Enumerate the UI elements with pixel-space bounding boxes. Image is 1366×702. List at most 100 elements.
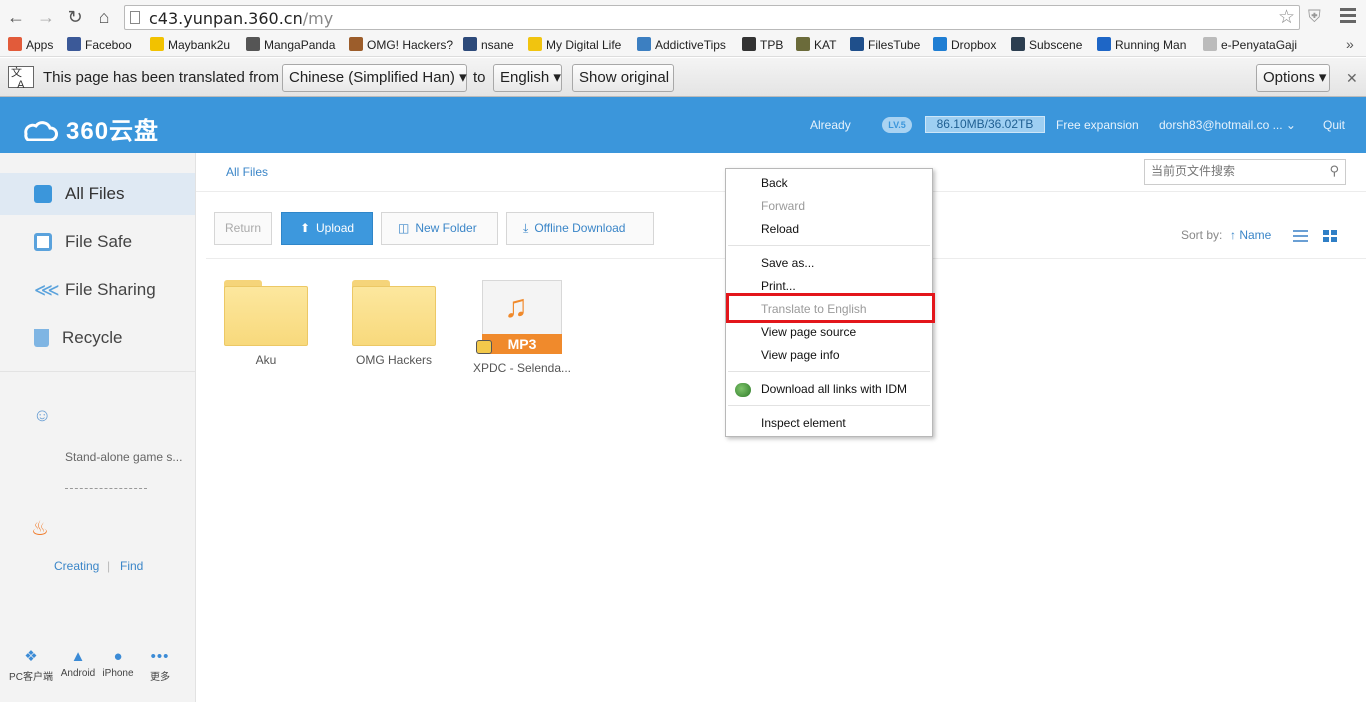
folder-icon <box>224 278 308 346</box>
browser-toolbar: ← → ↻ ⌂ c43.yunpan.360.cn/my ☆ ⛨ <box>0 0 1366 34</box>
bookmark-favicon-icon <box>67 37 81 51</box>
breadcrumb[interactable]: All Files <box>226 165 268 179</box>
target-language-select[interactable]: English ▾ <box>493 64 562 92</box>
search-icon[interactable]: ⚲ <box>1329 163 1339 179</box>
bookmarks-overflow-icon[interactable]: » <box>1346 36 1354 52</box>
client-android[interactable]: ▲ Android <box>58 648 98 679</box>
safe-icon <box>34 233 52 251</box>
creating-link[interactable]: Creating <box>54 559 99 573</box>
bookmark-item[interactable]: Maybank2u <box>150 37 230 54</box>
file-search[interactable]: ⚲ <box>1144 159 1346 185</box>
sidebar-item-label: Recycle <box>62 328 123 347</box>
upload-button[interactable]: ⬆ Upload <box>281 212 373 245</box>
file-item-folder[interactable]: OMG Hackers <box>344 278 444 367</box>
bookmark-label: OMG! Hackers? <box>367 38 454 52</box>
bookmark-favicon-icon <box>150 37 164 51</box>
bookmark-item[interactable]: nsane <box>463 37 514 54</box>
source-language-select[interactable]: Chinese (Simplified Han) ▾ <box>282 64 467 92</box>
bookmark-favicon-icon <box>8 37 22 51</box>
bookmark-favicon-icon <box>1097 37 1111 51</box>
forward-arrow-icon[interactable]: → <box>36 7 56 27</box>
menu-item-save-as[interactable]: Save as... <box>761 256 814 270</box>
bookmark-favicon-icon <box>1203 37 1217 51</box>
bookmark-label: MangaPanda <box>264 38 336 52</box>
file-item-folder[interactable]: Aku <box>216 278 316 367</box>
already-label: Already <box>810 118 851 132</box>
search-input[interactable] <box>1151 164 1321 178</box>
grid-view-icon[interactable] <box>1323 230 1338 242</box>
sidebar-item-all-files[interactable]: All Files <box>0 173 195 215</box>
bookmark-item[interactable]: Running Man <box>1097 37 1186 54</box>
bookmark-star-icon[interactable]: ☆ <box>1278 6 1295 29</box>
bookmark-item[interactable]: FilesTube <box>850 37 920 54</box>
menu-item-forward[interactable]: Forward <box>761 199 805 213</box>
shield-icon[interactable]: ⛨ <box>1308 7 1321 27</box>
bookmark-item[interactable]: Subscene <box>1011 37 1082 54</box>
bookmark-item[interactable]: KAT <box>796 37 836 54</box>
quit-link[interactable]: Quit <box>1323 118 1345 132</box>
bookmark-item[interactable]: AddictiveTips <box>637 37 726 54</box>
url-text[interactable]: c43.yunpan.360.cn/my <box>149 9 333 28</box>
sidebar-item-recycle[interactable]: Recycle <box>0 317 195 359</box>
client-more[interactable]: ••• 更多 <box>144 648 176 683</box>
logo[interactable]: 360云盘 <box>20 111 159 146</box>
home-icon[interactable]: ⌂ <box>94 7 114 27</box>
sort-by-name[interactable]: ↑ Name <box>1230 228 1271 242</box>
new-folder-button[interactable]: ◫ New Folder <box>381 212 498 245</box>
game-promo-link[interactable]: Stand-alone game s... <box>65 450 182 464</box>
sidebar-item-file-sharing[interactable]: ⋘ File Sharing <box>0 269 195 311</box>
translate-to-label: to <box>473 69 486 86</box>
divider <box>0 371 195 372</box>
back-arrow-icon[interactable]: ← <box>6 7 26 27</box>
file-item-mp3[interactable]: ♫ MP3 XPDC - Selenda... <box>472 280 572 375</box>
bookmark-item[interactable]: Faceboo <box>67 37 132 54</box>
menu-item-view-source[interactable]: View page source <box>761 325 856 339</box>
download-icon: ⤓ <box>523 221 529 235</box>
bookmark-label: Apps <box>26 38 54 52</box>
menu-item-inspect[interactable]: Inspect element <box>761 416 846 430</box>
menu-item-reload[interactable]: Reload <box>761 222 799 236</box>
bookmark-item[interactable]: e-PenyataGaji <box>1203 37 1297 54</box>
browser-menu-icon[interactable] <box>1340 8 1356 26</box>
bookmark-favicon-icon <box>637 37 651 51</box>
apple-icon: ● <box>113 648 123 665</box>
translate-options-button[interactable]: Options ▾ <box>1256 64 1330 92</box>
bookmark-item[interactable]: TPB <box>742 37 783 54</box>
bookmark-item[interactable]: Apps <box>8 37 53 54</box>
menu-separator <box>728 371 930 372</box>
menu-separator <box>728 245 930 246</box>
people-icon: ☺ <box>33 405 52 425</box>
android-icon: ▲ <box>70 648 86 665</box>
reload-icon[interactable]: ↻ <box>65 7 85 27</box>
close-icon[interactable]: ✕ <box>1346 70 1358 87</box>
bookmark-favicon-icon <box>742 37 756 51</box>
client-iphone[interactable]: ● iPhone <box>100 648 136 679</box>
find-link[interactable]: Find <box>120 559 143 573</box>
menu-item-print[interactable]: Print... <box>761 279 796 293</box>
bookmark-item[interactable]: OMG! Hackers? <box>349 37 453 54</box>
level-badge[interactable]: LV.5 <box>882 117 912 133</box>
bookmark-label: TPB <box>760 38 784 52</box>
sidebar-item-file-safe[interactable]: File Safe <box>0 221 195 263</box>
client-pc[interactable]: ❖ PC客户端 <box>8 648 54 683</box>
client-label: 更多 <box>150 672 170 683</box>
logo-cloud-icon <box>24 120 58 141</box>
menu-item-view-info[interactable]: View page info <box>761 348 840 362</box>
bookmark-item[interactable]: Dropbox <box>933 37 996 54</box>
file-name: XPDC - Selenda... <box>472 361 572 375</box>
bookmark-item[interactable]: My Digital Life <box>528 37 621 54</box>
menu-item-idm[interactable]: Download all links with IDM <box>761 382 907 396</box>
address-bar[interactable]: c43.yunpan.360.cn/my ☆ <box>124 5 1300 30</box>
client-label: iPhone <box>102 668 134 679</box>
menu-item-back[interactable]: Back <box>761 176 788 190</box>
return-button[interactable]: Return <box>214 212 272 245</box>
account-menu[interactable]: dorsh83@hotmail.co ... ⌄ <box>1159 118 1296 132</box>
show-original-button[interactable]: Show original <box>572 64 674 92</box>
upload-arrow-icon: ⬆ <box>299 221 311 235</box>
bookmark-favicon-icon <box>528 37 542 51</box>
bookmark-favicon-icon <box>850 37 864 51</box>
offline-download-button[interactable]: ⤓ Offline Download <box>506 212 654 245</box>
list-view-icon[interactable] <box>1293 230 1308 245</box>
free-expansion-link[interactable]: Free expansion <box>1056 118 1139 132</box>
bookmark-item[interactable]: MangaPanda <box>246 37 335 54</box>
